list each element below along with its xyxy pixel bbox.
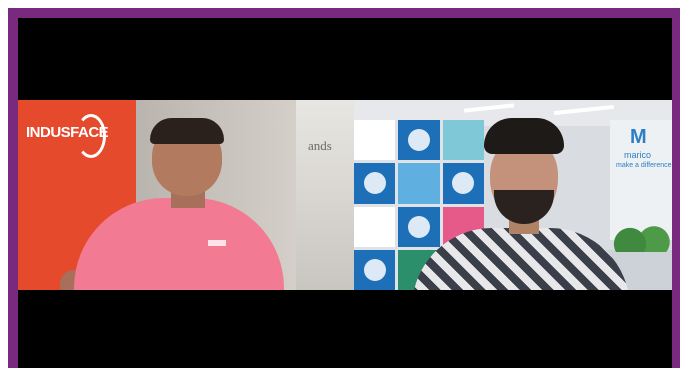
marico-tagline: make a difference <box>616 162 672 169</box>
plant-decoration <box>612 212 672 252</box>
mosaic-tile <box>398 120 440 161</box>
participant-beard <box>494 190 554 224</box>
video-call-frame: ands INDUSFACE M marico make a differenc… <box>0 0 685 372</box>
mosaic-tile <box>354 206 396 247</box>
product-badge-icon <box>407 215 430 238</box>
glass-partition <box>296 100 354 290</box>
frame-border-left <box>8 8 18 368</box>
product-badge-icon <box>407 129 430 152</box>
mosaic-tile <box>354 120 396 161</box>
mosaic-tile <box>398 163 440 204</box>
participant-tile-left[interactable]: ands INDUSFACE <box>18 100 354 290</box>
participant-hair <box>150 118 224 144</box>
product-badge-icon <box>363 258 386 281</box>
logo-ring-icon <box>76 114 106 158</box>
wall-text: ands <box>308 138 332 153</box>
mosaic-tile <box>442 120 484 161</box>
mosaic-tile <box>354 163 396 204</box>
frame-border-top <box>8 8 680 18</box>
marico-brand-name: marico <box>624 150 652 160</box>
mosaic-tile <box>398 206 440 247</box>
frame-border-right <box>672 8 680 368</box>
mosaic-tile <box>442 163 484 204</box>
mosaic-tile <box>354 249 396 290</box>
shirt-logo <box>208 240 226 246</box>
participant-hair <box>484 118 564 154</box>
product-badge-icon <box>452 172 475 195</box>
product-badge-icon <box>363 172 386 195</box>
participant-tile-right[interactable]: M marico make a difference <box>354 100 672 290</box>
marico-logo-glyph: M <box>630 126 647 148</box>
